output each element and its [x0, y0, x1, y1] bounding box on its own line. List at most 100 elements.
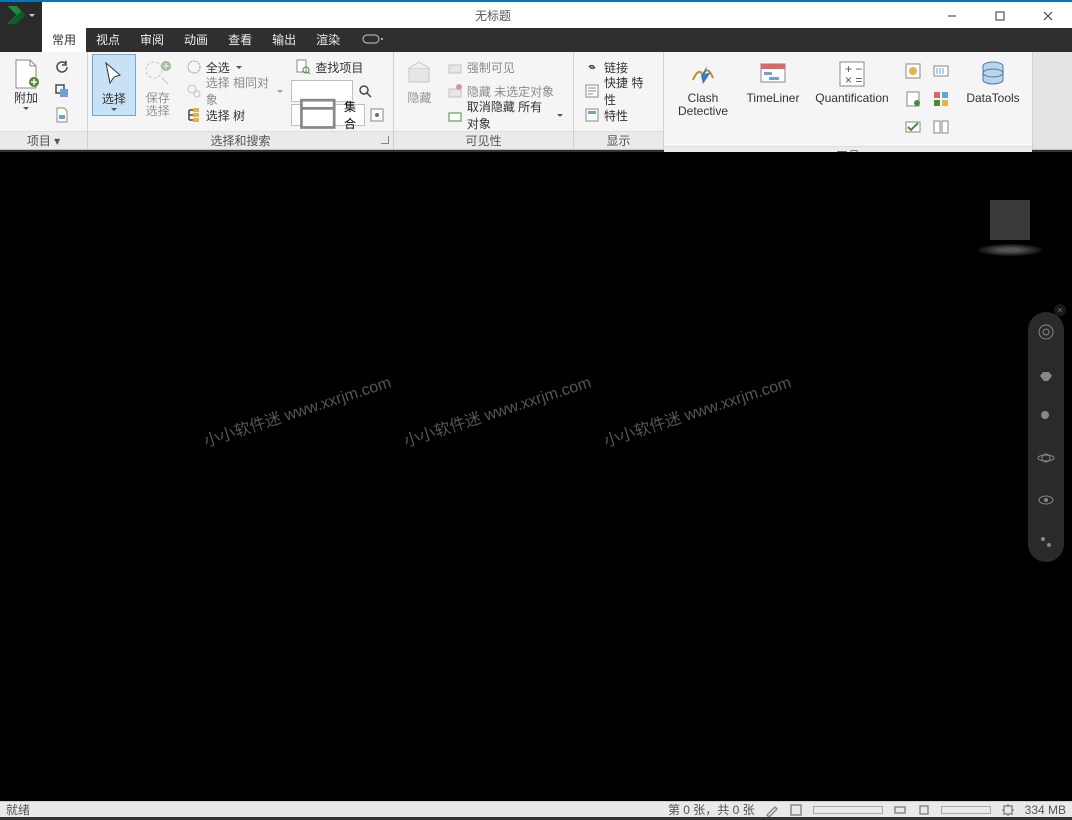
link-icon: [584, 59, 600, 75]
walk-button[interactable]: [1036, 532, 1056, 552]
tab-review[interactable]: 审阅: [130, 28, 174, 52]
require-icon: [447, 59, 463, 75]
panel-label-visibility: 可见性: [394, 131, 573, 149]
tab-render[interactable]: 渲染: [306, 28, 350, 52]
chevron-down-icon: [111, 108, 117, 111]
status-ready: 就绪: [6, 801, 30, 818]
panel-label-select: 选择和搜索: [210, 134, 270, 148]
close-button[interactable]: [1024, 2, 1072, 30]
hide-button[interactable]: 隐藏: [398, 54, 441, 109]
search-icon: [357, 83, 373, 99]
refresh-button[interactable]: [50, 56, 74, 78]
datatools-icon: [977, 58, 1009, 90]
panel-label-project: 项目: [27, 134, 51, 148]
viewport-3d[interactable]: 小小软件迷 www.xxrjm.com 小小软件迷 www.xxrjm.com …: [0, 152, 1072, 801]
memory-icon: [893, 803, 907, 817]
quantification-button[interactable]: + −× = Quantification: [808, 54, 896, 109]
hide-unselected-button[interactable]: 隐藏 未选定对象: [443, 80, 567, 102]
zoom-button[interactable]: [1036, 406, 1056, 426]
ribbon-tabs: 常用 视点 审阅 动画 查看 输出 渲染: [0, 28, 1072, 52]
steering-wheel-button[interactable]: [1036, 322, 1056, 342]
status-memory: 334 MB: [1025, 803, 1066, 817]
datatools-button[interactable]: DataTools: [958, 54, 1028, 109]
tab-animation[interactable]: 动画: [174, 28, 218, 52]
disk-icon[interactable]: [789, 803, 803, 817]
navbar-close-icon[interactable]: ×: [1054, 304, 1066, 316]
sets-manage-icon: [369, 107, 385, 123]
look-button[interactable]: [1036, 490, 1056, 510]
window-title: 无标题: [58, 2, 928, 28]
quick-access-toolbar: [42, 2, 58, 28]
tab-home[interactable]: 常用: [42, 28, 86, 52]
status-bar: 就绪 第 0 张，共 0 张 334 MB: [0, 801, 1072, 817]
tab-help[interactable]: [350, 28, 396, 52]
timeliner-icon: [757, 58, 789, 90]
clash-icon: [687, 58, 719, 90]
navigation-bar: ×: [1028, 312, 1064, 562]
unhide-icon: [447, 107, 463, 123]
sets-dropdown[interactable]: 集合: [291, 104, 365, 126]
orbit-button[interactable]: [1036, 448, 1056, 468]
tool-animator[interactable]: [928, 58, 954, 84]
properties-icon: [584, 107, 600, 123]
tab-viewpoint[interactable]: 视点: [86, 28, 130, 52]
tool-appearance[interactable]: [928, 86, 954, 112]
unhide-all-button[interactable]: 取消隐藏 所有对象: [443, 104, 567, 126]
quick-find-go[interactable]: [355, 80, 375, 102]
pencil-icon[interactable]: [765, 803, 779, 817]
reset-button[interactable]: [50, 80, 74, 102]
watermark: 小小软件迷 www.xxrjm.com: [601, 372, 794, 453]
reset-icon: [54, 83, 70, 99]
find-items-button[interactable]: 查找项目: [291, 56, 387, 78]
quantification-icon: + −× =: [836, 58, 868, 90]
file-append-icon: [10, 58, 42, 90]
find-icon: [295, 59, 311, 75]
file-options-button[interactable]: [50, 104, 74, 126]
cpu-icon: [917, 803, 931, 817]
append-button[interactable]: 附加: [4, 54, 48, 114]
tool-batch[interactable]: [900, 114, 926, 140]
navisworks-logo-icon: [8, 6, 26, 24]
save-selection-button[interactable]: 保存 选择: [136, 54, 180, 122]
view-cube-compass[interactable]: [978, 244, 1042, 256]
timeliner-button[interactable]: TimeLiner: [738, 54, 808, 109]
sets-manage-button[interactable]: [367, 104, 387, 126]
svg-text:× =: × =: [845, 73, 862, 87]
ribbon: 附加 项目 ▾ 选择 保存 选择 全选 选择 相同: [0, 52, 1072, 150]
tab-output[interactable]: 输出: [262, 28, 306, 52]
maximize-button[interactable]: [976, 2, 1024, 30]
clash-detective-button[interactable]: Clash Detective: [668, 54, 738, 122]
chevron-down-icon: [29, 14, 35, 17]
select-button[interactable]: 选择: [92, 54, 136, 116]
file-options-icon: [54, 107, 70, 123]
minimize-button[interactable]: [928, 2, 976, 30]
tool-autodesk-render[interactable]: [900, 58, 926, 84]
hide-unselected-icon: [447, 83, 463, 99]
tool-compare[interactable]: [928, 114, 954, 140]
tool-grid: [896, 54, 958, 144]
watermark: 小小软件迷 www.xxrjm.com: [201, 372, 394, 453]
pan-button[interactable]: [1036, 364, 1056, 384]
watermark: 小小软件迷 www.xxrjm.com: [401, 372, 594, 453]
tool-scripter[interactable]: [900, 86, 926, 112]
select-all-icon: [186, 59, 202, 75]
refresh-icon: [54, 59, 70, 75]
select-same-button[interactable]: 选择 相同对象: [182, 80, 288, 102]
tree-icon: [186, 107, 202, 123]
save-selection-icon: [142, 58, 174, 90]
chevron-down-icon: [23, 107, 29, 110]
panel-label-display: 显示: [574, 131, 663, 149]
require-button[interactable]: 强制可见: [443, 56, 567, 78]
status-sheet: 第 0 张，共 0 张: [668, 801, 755, 818]
tab-view[interactable]: 查看: [218, 28, 262, 52]
select-same-icon: [186, 83, 202, 99]
chip-icon[interactable]: [1001, 803, 1015, 817]
app-menu-button[interactable]: [0, 2, 42, 28]
cursor-icon: [98, 59, 130, 91]
quick-props-icon: [584, 83, 600, 99]
panel-launcher-icon[interactable]: [381, 136, 389, 144]
quick-properties-button[interactable]: 快捷 特性: [580, 80, 657, 102]
hide-icon: [403, 58, 435, 90]
view-cube[interactable]: [990, 200, 1030, 240]
properties-button[interactable]: 特性: [580, 104, 657, 126]
